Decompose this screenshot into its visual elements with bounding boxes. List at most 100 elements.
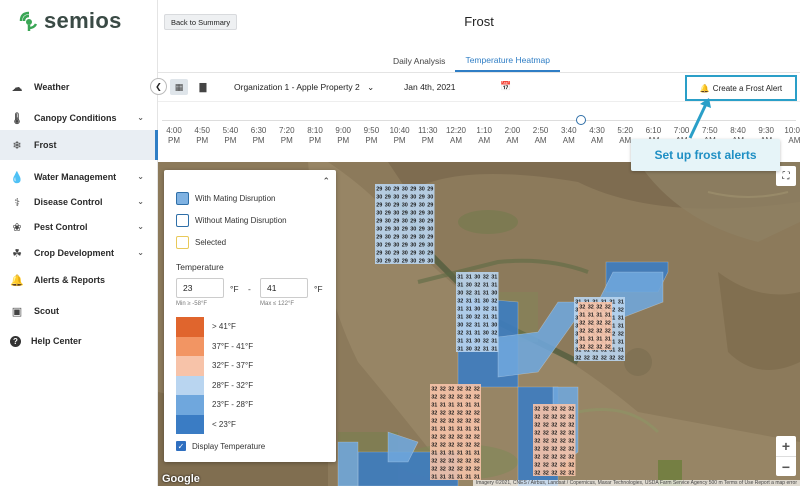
scale-row: 37°F - 41°F (176, 336, 316, 356)
organization-select[interactable]: Organization 1 - Apple Property 2 ⌄ (234, 82, 374, 93)
chevron-down-icon: ⌄ (137, 222, 144, 231)
min-temperature-input[interactable]: 23 (176, 278, 224, 298)
sidebar-item-alerts-reports[interactable]: 🔔 Alerts & Reports (0, 265, 158, 295)
time-tick-period: AM (788, 136, 800, 145)
heatmap-cell-label: 31 (483, 314, 489, 320)
time-tick[interactable]: 4:50 PM (187, 126, 217, 146)
sidebar-item-scout[interactable]: ▣ Scout (0, 296, 158, 326)
display-temperature-checkbox[interactable]: ✓ Display Temperature (176, 441, 265, 451)
with-mating-disruption-toggle[interactable]: With Mating Disruption (176, 192, 275, 205)
time-tick[interactable]: 5:40 PM (215, 126, 245, 146)
time-tick[interactable]: 11:30 PM (413, 126, 443, 146)
semios-logo[interactable]: semios (18, 8, 122, 34)
tab-daily-analysis[interactable]: Daily Analysis (383, 50, 455, 72)
heatmap-cell-label: 32 (457, 434, 463, 440)
heatmap-cell-label: 31 (440, 426, 446, 432)
sidebar-item-weather[interactable]: ☁ Weather (0, 72, 158, 102)
heatmap-cell-label: 30 (419, 186, 425, 192)
heatmap-cell-label: 32 (457, 386, 463, 392)
heatmap-cell-label: 32 (465, 442, 471, 448)
scale-row: 23°F - 28°F (176, 395, 316, 415)
heatmap-cell-label: 29 (376, 202, 382, 208)
heatmap-cell-label: 29 (402, 242, 408, 248)
heatmap-cell-label: 32 (465, 434, 471, 440)
scale-swatch (176, 356, 204, 376)
time-tick[interactable]: 9:50 PM (356, 126, 386, 146)
heatmap-cell-label: 31 (431, 450, 437, 456)
tab-temperature-heatmap[interactable]: Temperature Heatmap (455, 50, 561, 72)
time-slider-handle[interactable] (576, 115, 586, 125)
heatmap-cell-label: 29 (393, 202, 399, 208)
time-tick[interactable]: 2:00 AM (497, 126, 527, 146)
time-tick[interactable]: 2:50 AM (526, 126, 556, 146)
heatmap-cell-label: 31 (457, 474, 463, 480)
collapse-sidebar-button[interactable]: ❮ (150, 78, 167, 95)
heatmap-block[interactable] (337, 441, 359, 486)
heatmap-cell-label: 32 (474, 442, 480, 448)
heatmap-cell-label: 32 (474, 458, 480, 464)
heatmap-cell-label: 32 (474, 418, 480, 424)
heatmap-cell-label: 31 (465, 474, 471, 480)
sidebar-item-frost[interactable]: ❄ Frost (0, 130, 158, 160)
page-title: Frost (464, 14, 494, 29)
heatmap-cell-label: 29 (419, 258, 425, 264)
heatmap-cell-label: 32 (448, 458, 454, 464)
selected-toggle[interactable]: Selected (176, 236, 226, 249)
heatmap-cell-label: 32 (431, 458, 437, 464)
time-tick[interactable]: 7:20 PM (272, 126, 302, 146)
time-tick[interactable]: 4:30 AM (582, 126, 612, 146)
time-tick[interactable]: 1:10 AM (469, 126, 499, 146)
time-tick[interactable]: 6:30 PM (244, 126, 274, 146)
heatmap-cell-label: 31 (588, 336, 594, 342)
time-tick[interactable]: 4:00 PM (159, 126, 189, 146)
heatmap-cell-label: 29 (393, 186, 399, 192)
time-tick[interactable]: 3:40 AM (554, 126, 584, 146)
heatmap-cell-label: 32 (440, 442, 446, 448)
heatmap-cell-label: 32 (596, 304, 602, 310)
map-icon: ▦ (174, 81, 184, 92)
temperature-title: Temperature (176, 262, 224, 272)
heatmap-cell-label: 31 (579, 336, 585, 342)
sidebar-item-canopy-conditions[interactable]: 🌡 Canopy Conditions ⌄ (0, 103, 158, 133)
time-tick-time: 4:50 (194, 126, 210, 135)
time-tick-time: 2:00 (504, 126, 521, 135)
heatmap-cell-label: 32 (448, 394, 454, 400)
heatmap-cell-label: 32 (560, 406, 566, 412)
sidebar-item-crop-development[interactable]: ☘ Crop Development ⌄ (0, 238, 158, 268)
time-tick[interactable]: 10:00AM (779, 126, 800, 146)
heatmap-cell-label: 30 (393, 194, 399, 200)
heatmap-cell-label: 32 (440, 466, 446, 472)
fullscreen-icon: ⛶ (782, 170, 790, 182)
chart-view-button[interactable]: ▇ (194, 79, 212, 95)
heatmap-cell-label: 32 (579, 304, 585, 310)
time-tick[interactable]: 12:20 AM (441, 126, 471, 146)
range-dash: - (248, 284, 251, 294)
heatmap-cell-label: 30 (376, 242, 382, 248)
time-tick[interactable]: 10:40 PM (385, 126, 415, 146)
map-view-button[interactable]: ▦ (170, 79, 188, 95)
heatmap-cell-label: 30 (402, 234, 408, 240)
chevron-up-icon[interactable]: ⌃ (322, 176, 330, 187)
map-attribution[interactable]: Imagery ©2021, CNES / Airbus, Landsat / … (472, 480, 800, 486)
heatmap-cell-label: 30 (483, 298, 489, 304)
heatmap-cell-label: 32 (618, 355, 624, 361)
time-tick[interactable]: 9:00 PM (328, 126, 358, 146)
date-picker[interactable]: Jan 4th, 2021 (404, 82, 456, 92)
zoom-in-button[interactable]: + (776, 436, 796, 456)
heatmap-cell-label: 30 (402, 250, 408, 256)
time-tick-period: PM (337, 136, 350, 145)
zoom-out-button[interactable]: − (776, 456, 796, 476)
heatmap-cell-label: 32 (534, 438, 540, 444)
heatmap-cell-label: 30 (385, 234, 391, 240)
max-temperature-input[interactable]: 41 (260, 278, 308, 298)
heatmap-cell-label: 29 (419, 242, 425, 248)
without-mating-disruption-toggle[interactable]: Without Mating Disruption (176, 214, 287, 227)
heatmap-cell-label: 32 (551, 438, 557, 444)
sidebar-item-help-center[interactable]: ? Help Center (0, 326, 158, 356)
heatmap-cell-label: 29 (410, 234, 416, 240)
time-tick[interactable]: 8:10 PM (300, 126, 330, 146)
time-tick-time: 6:10 (645, 126, 662, 135)
calendar-icon[interactable]: 📅 (500, 81, 511, 92)
heatmap-cell-label: 30 (419, 202, 425, 208)
create-frost-alert-button[interactable]: 🔔 Create a Frost Alert (685, 75, 797, 101)
